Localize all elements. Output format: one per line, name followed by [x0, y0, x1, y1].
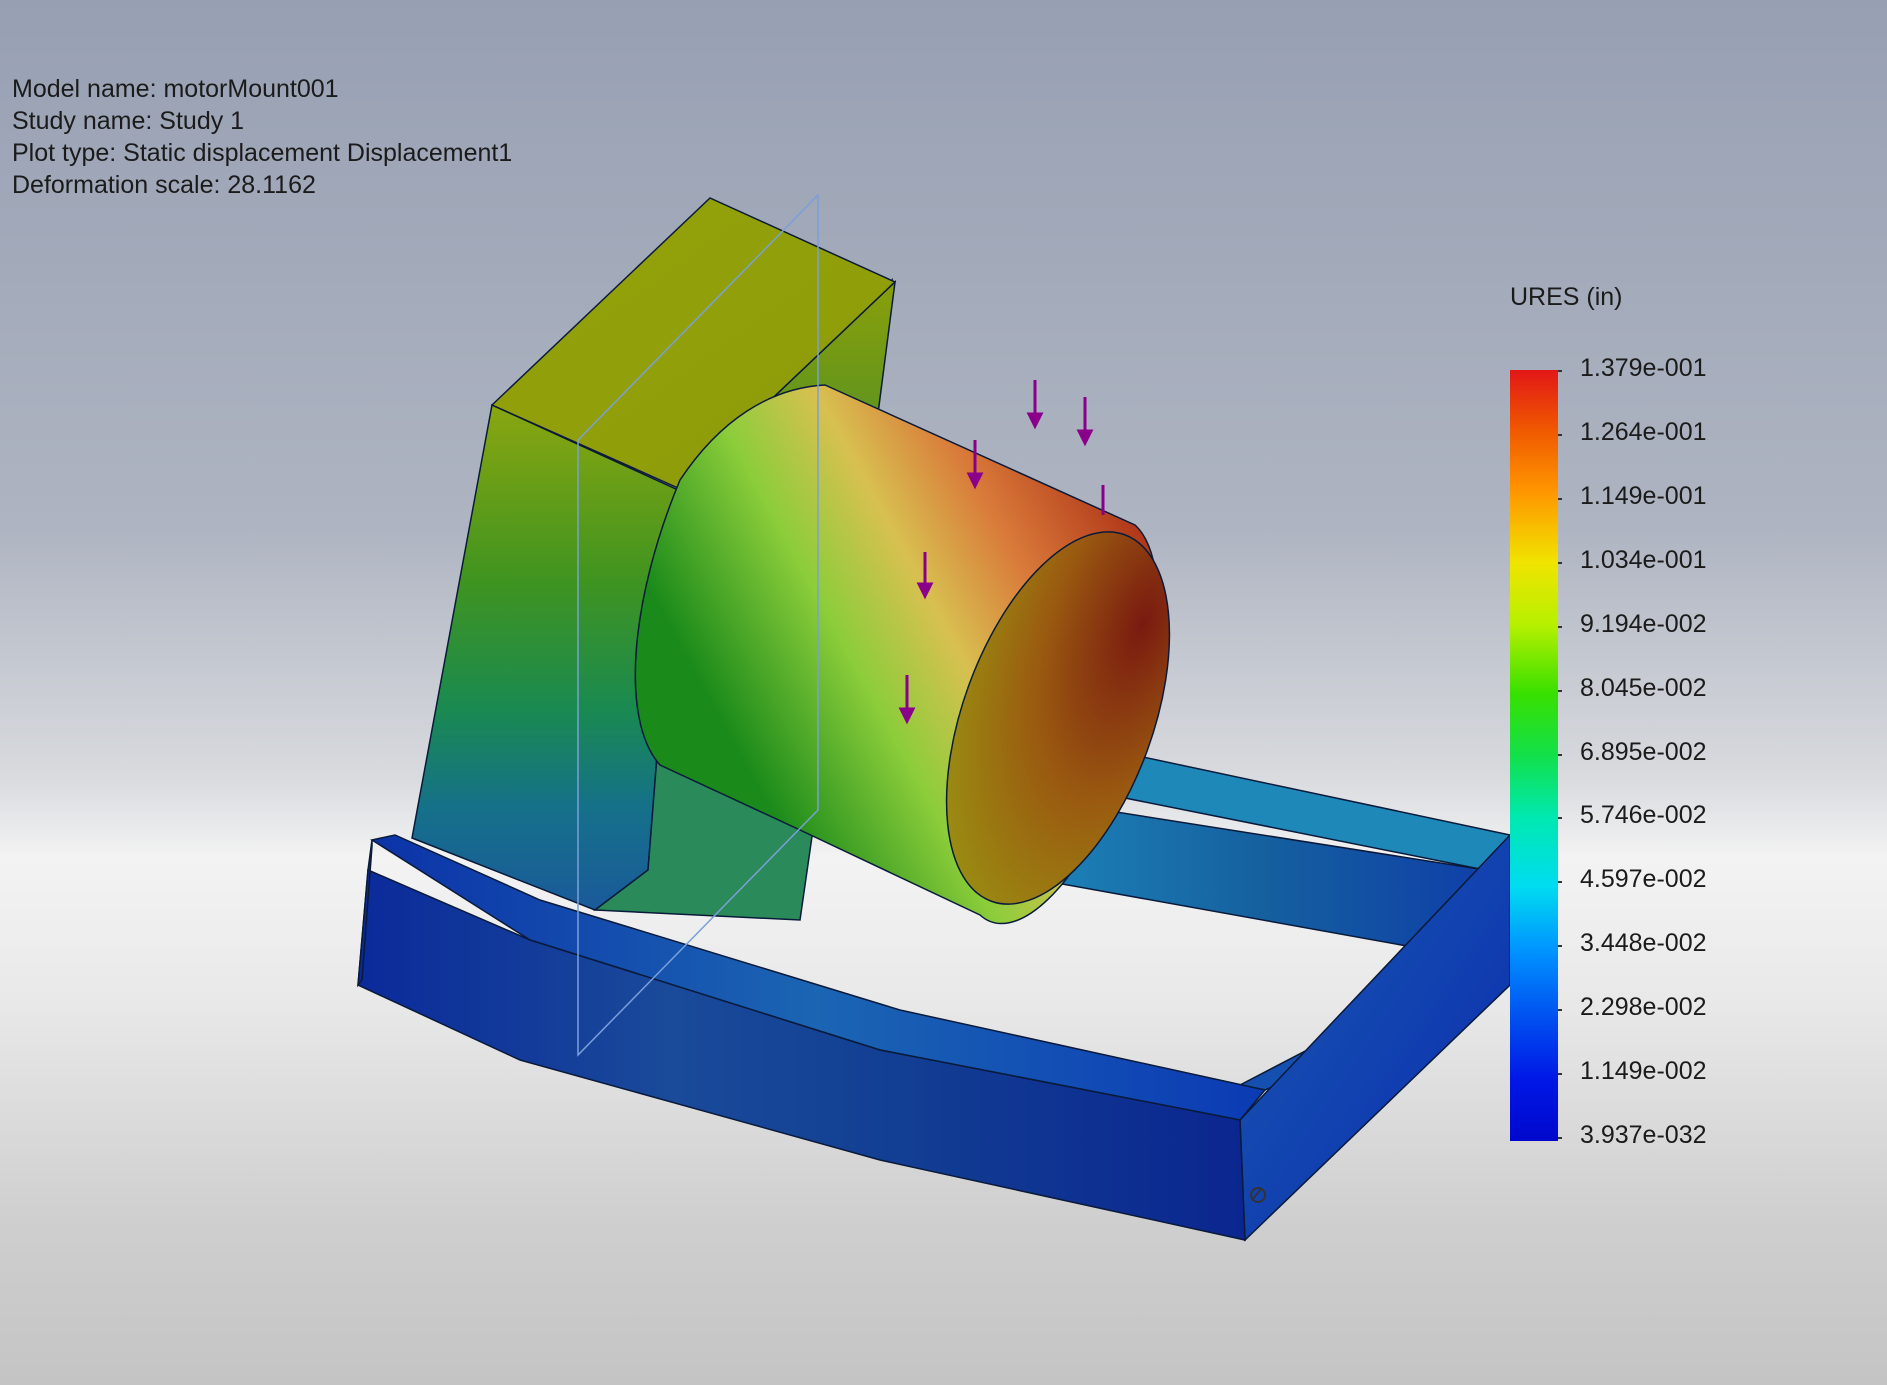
legend-label: 5.746e-002	[1580, 801, 1707, 829]
legend-tick	[1558, 1073, 1562, 1075]
legend-label: 1.149e-001	[1580, 482, 1707, 510]
legend-tick	[1558, 690, 1562, 692]
legend-label: 4.597e-002	[1580, 865, 1707, 893]
legend-tick	[1558, 626, 1562, 628]
legend-tick	[1558, 562, 1562, 564]
legend-tick	[1558, 881, 1562, 883]
legend-tick	[1558, 1009, 1562, 1011]
legend-label: 1.264e-001	[1580, 418, 1707, 446]
legend-label: 8.045e-002	[1580, 674, 1707, 702]
legend-label: 3.448e-002	[1580, 929, 1707, 957]
legend-title: URES (in)	[1510, 283, 1623, 311]
legend-tick	[1558, 1137, 1562, 1139]
front-rail-front	[357, 868, 1246, 1241]
legend-label: 9.194e-002	[1580, 610, 1707, 638]
legend-tick	[1558, 370, 1562, 372]
legend-label: 1.034e-001	[1580, 546, 1707, 574]
legend-label: 2.298e-002	[1580, 993, 1707, 1021]
legend-label: 1.379e-001	[1580, 354, 1707, 382]
legend-tick	[1558, 754, 1562, 756]
legend-tick	[1558, 434, 1562, 436]
legend-label: 1.149e-002	[1580, 1057, 1707, 1085]
load-arrow[interactable]	[1076, 397, 1094, 447]
legend-tick	[1558, 498, 1562, 500]
legend-label: 6.895e-002	[1580, 738, 1707, 766]
legend-tick	[1558, 817, 1562, 819]
legend-tick	[1558, 945, 1562, 947]
load-arrow[interactable]	[1026, 380, 1044, 430]
legend-label: 3.937e-032	[1580, 1121, 1707, 1149]
color-scale-bar	[1510, 370, 1558, 1141]
